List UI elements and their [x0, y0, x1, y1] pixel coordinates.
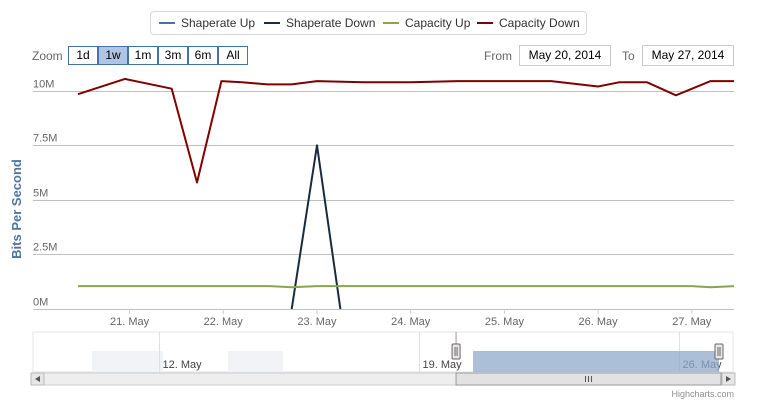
x-tick-label: 21. May [110, 316, 150, 328]
navigator[interactable]: 12. May19. May26. May [32, 331, 734, 373]
scrollbar[interactable] [30, 372, 736, 386]
y-axis-title: Bits Per Second [9, 159, 24, 259]
line-chart: Bits Per Second 0M2.5M5M7.5M10M 21. May 2… [9, 77, 736, 386]
navigator-data-block [92, 351, 163, 372]
x-tick-label: 24. May [391, 316, 431, 328]
series-line-capacity-down [77, 77, 734, 184]
credits-link[interactable]: Highcharts.com [671, 389, 734, 399]
navigator-right-handle[interactable] [714, 343, 724, 360]
series-lines [77, 77, 735, 310]
x-axis-ticks: 21. May 22. May 23. May 24. May 25. May 26. M… [110, 316, 712, 328]
navigator-data-block [228, 351, 283, 372]
x-tick-label: 25. May [485, 316, 525, 328]
navigator-selected-range[interactable] [473, 351, 719, 372]
y-tick-label: 7.5M [33, 133, 57, 145]
series-line-capacity-up [78, 285, 735, 289]
y-axis-ticks: 0M 2.5M 5M 7.5M 10M [33, 79, 57, 309]
y-tick-label: 2.5M [33, 242, 57, 254]
x-tick-label: 27. May [672, 316, 712, 328]
x-tick-label: 23. May [297, 316, 337, 328]
x-tick-label: 26. May [579, 316, 619, 328]
y-tick-label: 0M [33, 297, 48, 309]
series-line-shaperate-down [290, 144, 342, 310]
navigator-date-label: 19. May [423, 359, 463, 371]
y-tick-label: 10M [33, 79, 54, 91]
y-tick-label: 5M [33, 188, 48, 200]
x-tick-label: 22. May [204, 316, 244, 328]
navigator-left-handle[interactable] [451, 343, 461, 360]
grid-lines [33, 91, 734, 314]
navigator-date-label: 12. May [163, 359, 203, 371]
